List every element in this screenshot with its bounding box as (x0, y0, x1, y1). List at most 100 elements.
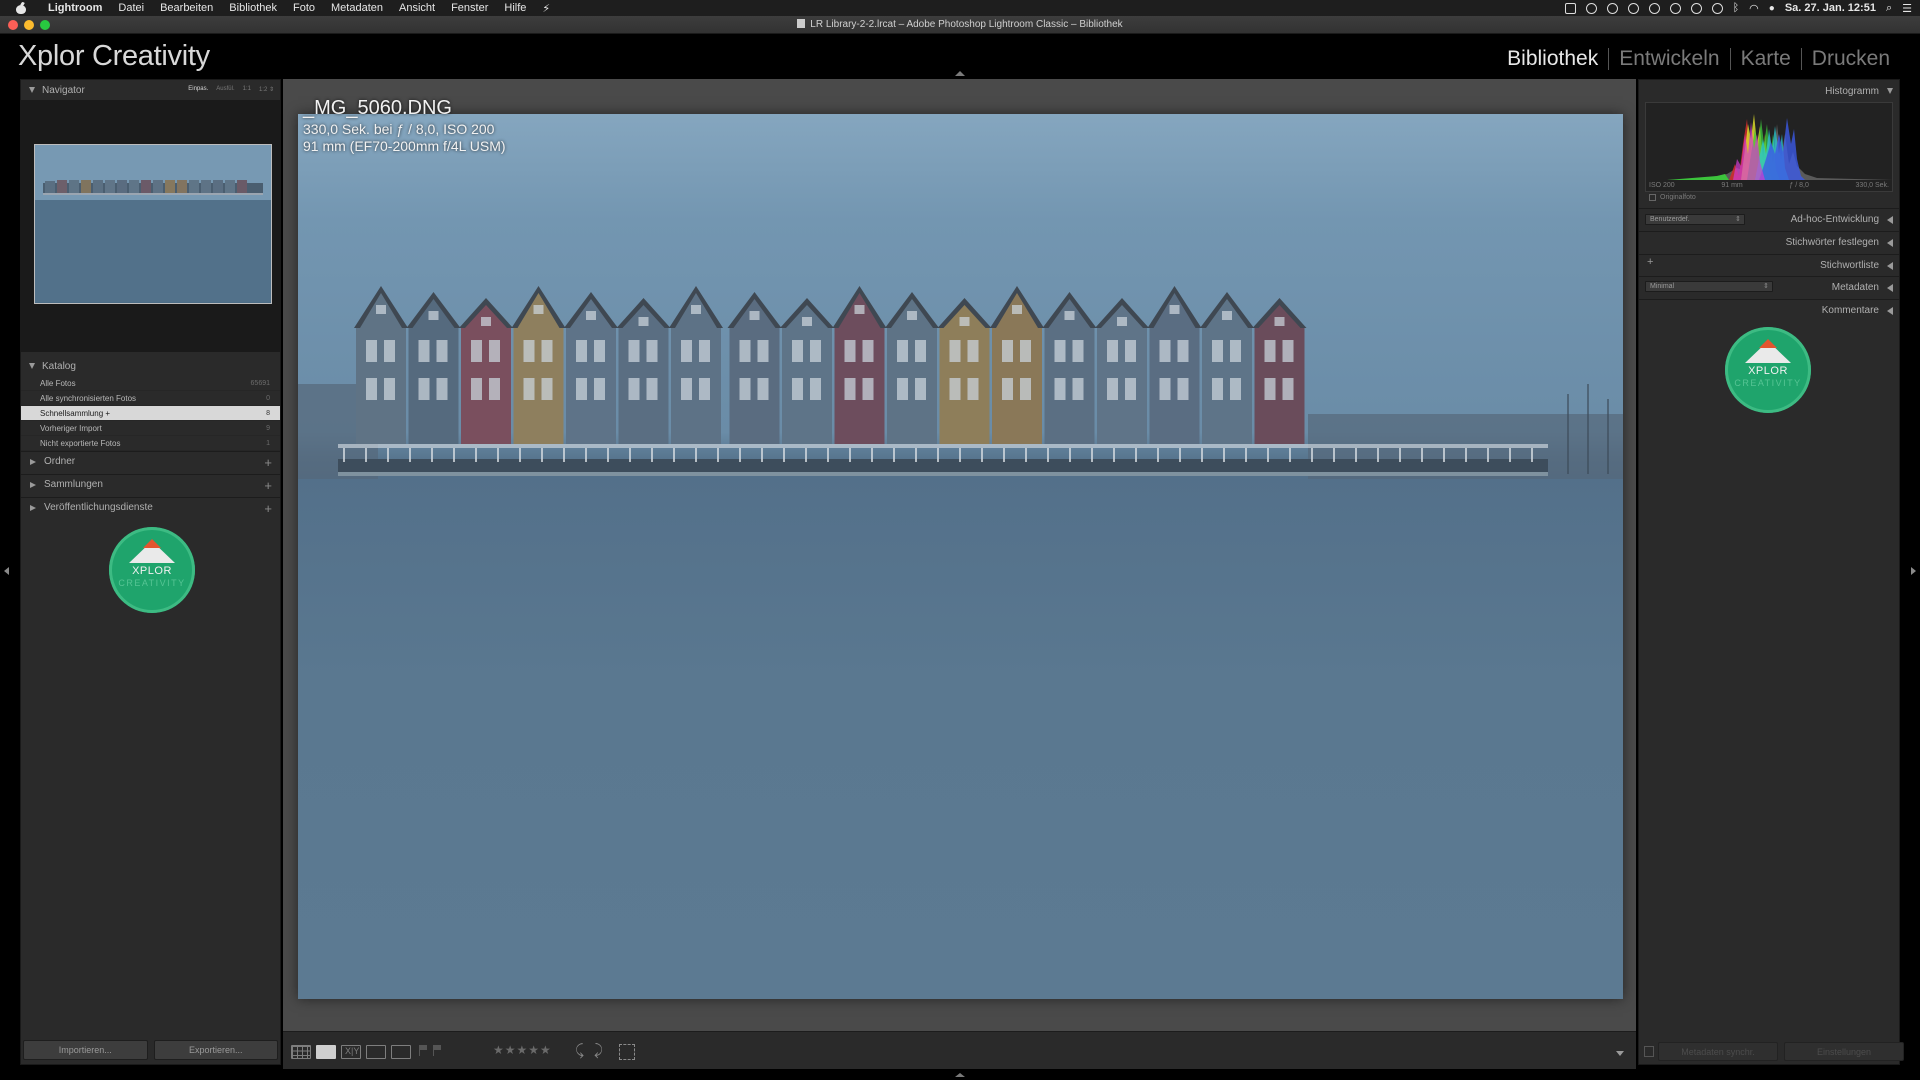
star-rating[interactable]: ★★★★★ (493, 1043, 552, 1057)
quick-develop-preset-select[interactable]: Benutzerdef. (1645, 214, 1745, 225)
left-panel-toggle-icon[interactable] (4, 567, 9, 575)
menu-metadaten[interactable]: Metadaten (323, 2, 391, 14)
dock-post (1311, 448, 1313, 462)
menu-fenster[interactable]: Fenster (443, 2, 496, 14)
info-icon[interactable] (1690, 2, 1702, 14)
keyword-list-header[interactable]: Stichwortliste (1639, 254, 1899, 276)
katalog-row-synchronisiert[interactable]: Alle synchronisierten Fotos 0 (21, 391, 280, 406)
loupe-view-icon[interactable] (316, 1045, 336, 1059)
rotate-right-icon[interactable]: ⤸ (594, 1042, 603, 1059)
circle-status-icon[interactable] (1669, 2, 1681, 14)
rotate-left-icon[interactable]: ⤹ (575, 1042, 584, 1059)
window-minimize-button[interactable] (24, 20, 34, 30)
grid-view-icon[interactable] (291, 1045, 311, 1059)
menu-ansicht[interactable]: Ansicht (391, 2, 443, 14)
module-drucken[interactable]: Drucken (1802, 47, 1900, 71)
navigator-header[interactable]: Navigator Einpas. Ausfül. 1:1 1:2 ⇕ (21, 80, 280, 100)
main-photo[interactable] (298, 114, 1623, 999)
top-panel-toggle-icon[interactable] (955, 71, 965, 76)
katalog-header[interactable]: Katalog (21, 356, 280, 376)
creative-cloud-icon[interactable] (1585, 2, 1597, 14)
zoom-fill[interactable]: Ausfül. (216, 86, 234, 93)
menubar-clock[interactable]: Sa. 27. Jan. 12:51 (1785, 2, 1876, 14)
zoom-fit[interactable]: Einpas. (188, 86, 208, 93)
bolt-icon[interactable]: ⚡ (534, 2, 558, 15)
menu-app-lightroom[interactable]: Lightroom (40, 2, 110, 14)
record-icon[interactable] (1606, 2, 1618, 14)
menu-datei[interactable]: Datei (110, 2, 152, 14)
menu-foto[interactable]: Foto (285, 2, 323, 14)
add-collection-icon[interactable]: + (264, 478, 272, 493)
menu-hilfe[interactable]: Hilfe (496, 2, 534, 14)
filmstrip-toggle-icon[interactable] (955, 1073, 965, 1077)
navigator-thumbnail-image (35, 145, 271, 302)
survey-view-icon[interactable] (366, 1045, 386, 1059)
katalog-list: Alle Fotos 65691 Alle synchronisierten F… (21, 376, 280, 451)
notification-center-icon[interactable]: ☰ (1902, 2, 1912, 15)
right-panel-toggle-icon[interactable] (1911, 567, 1916, 575)
module-karte[interactable]: Karte (1731, 47, 1801, 71)
zoom-1-2[interactable]: 1:2 ⇕ (259, 86, 274, 93)
add-folder-icon[interactable]: + (264, 455, 272, 470)
export-button[interactable]: Exportieren... (153, 1040, 278, 1060)
flag-pick-icon[interactable] (419, 1045, 428, 1056)
dock-post (805, 448, 807, 462)
house-gable-window (691, 305, 701, 314)
people-view-icon[interactable] (391, 1045, 411, 1059)
metadata-preset-select[interactable]: Minimal (1645, 281, 1773, 292)
add-publish-service-icon[interactable]: + (264, 501, 272, 516)
katalog-row-schnellsammlung[interactable]: Schnellsammlung + 8 (21, 406, 280, 421)
house-window (967, 378, 979, 400)
comments-title: Kommentare (1821, 305, 1879, 316)
sync-metadata-button[interactable]: Metadaten synchr. (1658, 1042, 1778, 1061)
identity-plate[interactable]: Xplor Creativity (18, 40, 210, 73)
module-bibliothek[interactable]: Bibliothek (1497, 47, 1608, 71)
auto-sync-toggle[interactable] (1644, 1046, 1654, 1057)
sync-settings-button[interactable]: Einstellungen (1784, 1042, 1904, 1061)
veroeffentlichungsdienste-header[interactable]: Veröffentlichungsdienste + (21, 497, 280, 517)
histo-focal: 91 mm (1721, 182, 1743, 189)
house-gable-window (1274, 317, 1285, 326)
right-panel-buttons: Metadaten synchr. Einstellungen (1638, 1040, 1904, 1065)
katalog-row-vorheriger-import[interactable]: Vorheriger Import 9 (21, 421, 280, 436)
apple-menu-icon[interactable] (14, 3, 30, 14)
original-photo-checkbox[interactable] (1649, 194, 1656, 201)
cloud-icon[interactable] (1627, 2, 1639, 14)
histogram-header[interactable]: Histogramm (1639, 80, 1899, 102)
module-entwickeln[interactable]: Entwickeln (1609, 47, 1729, 71)
zoom-1-1[interactable]: 1:1 (243, 86, 251, 93)
house-window (1177, 340, 1189, 362)
document-icon (797, 19, 806, 28)
bluetooth-icon[interactable]: ᛒ (1733, 2, 1740, 14)
status-app-icon[interactable] (1564, 2, 1576, 14)
sammlungen-header[interactable]: Sammlungen + (21, 474, 280, 494)
import-button[interactable]: Importieren... (23, 1040, 148, 1060)
wifi-icon[interactable]: ◠ (1749, 2, 1759, 15)
toolbar-options-dropdown-icon[interactable] (1616, 1051, 1624, 1056)
spotlight-search-icon[interactable]: ⌕ (1886, 2, 1892, 15)
katalog-row-alle-fotos[interactable]: Alle Fotos 65691 (21, 376, 280, 391)
house-gable-window (1169, 305, 1180, 314)
ordner-header[interactable]: Ordner + (21, 451, 280, 471)
histogram[interactable] (1645, 102, 1893, 192)
vpn-icon[interactable] (1648, 2, 1660, 14)
window-maximize-button[interactable] (40, 20, 50, 30)
user-icon[interactable]: ● (1769, 3, 1775, 14)
katalog-row-nicht-exportiert[interactable]: Nicht exportierte Fotos 1 (21, 436, 280, 451)
comments-header[interactable]: Kommentare (1639, 299, 1899, 321)
compare-view-icon[interactable]: X|Y (341, 1045, 361, 1059)
original-photo-toggle[interactable]: Originalfoto (1649, 194, 1696, 201)
veroeffentlichungsdienste-title: Veröffentlichungsdienste (44, 502, 153, 513)
window-close-button[interactable] (8, 20, 18, 30)
flag-reject-icon[interactable] (433, 1045, 442, 1056)
crop-overlay-icon[interactable] (619, 1044, 635, 1060)
add-keyword-icon[interactable]: + (1647, 256, 1653, 268)
time-machine-icon[interactable] (1711, 2, 1723, 14)
keywording-header[interactable]: Stichwörter festlegen (1639, 231, 1899, 253)
menu-bearbeiten[interactable]: Bearbeiten (152, 2, 221, 14)
navigator-thumbnail[interactable] (34, 144, 272, 304)
katalog-row-count: 9 (266, 424, 270, 432)
house-window (541, 340, 553, 362)
menu-bibliothek[interactable]: Bibliothek (221, 2, 285, 14)
dock-post (893, 448, 895, 462)
